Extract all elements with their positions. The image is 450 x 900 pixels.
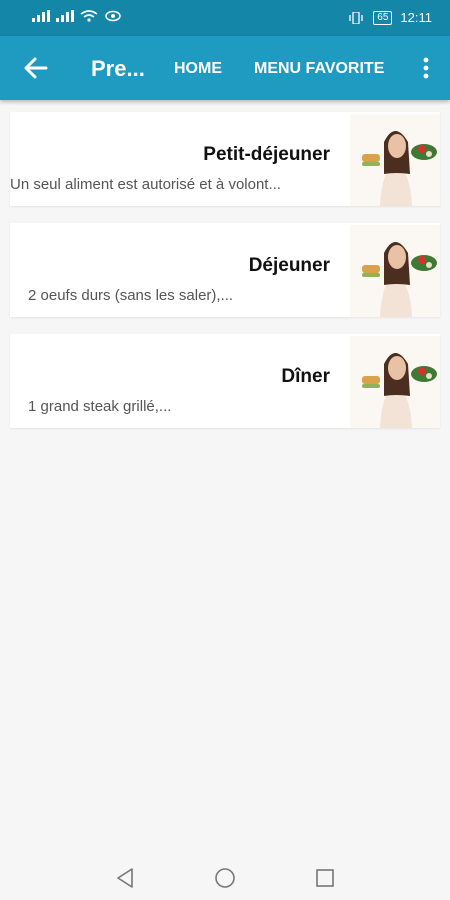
- meal-description: 2 oeufs durs (sans les saler),...: [28, 287, 234, 304]
- woman-salad-image: [350, 336, 440, 428]
- meal-card-lunch[interactable]: Déjeuner 2 oeufs durs (sans les saler),.…: [10, 223, 440, 317]
- vibrate-icon: [349, 11, 363, 24]
- woman-salad-image: [350, 225, 440, 317]
- system-nav-bar: [0, 856, 450, 900]
- wifi-icon: [80, 10, 98, 22]
- meal-title: Déjeuner: [248, 255, 330, 276]
- meal-description: 1 grand steak grillé,...: [28, 398, 172, 415]
- status-left-icons: [32, 10, 122, 22]
- home-circle-icon[interactable]: [213, 866, 237, 890]
- eye-icon: [105, 10, 121, 22]
- meal-card-dinner[interactable]: Dîner 1 grand steak grillé,...: [10, 334, 440, 428]
- recents-square-icon[interactable]: [313, 866, 337, 890]
- status-right-icons: 65 12:11: [347, 10, 432, 25]
- signal-icon: [56, 10, 74, 22]
- back-triangle-icon[interactable]: [113, 866, 137, 890]
- meal-title: Dîner: [281, 366, 330, 387]
- favorite-menu-button[interactable]: MENU FAVORITE: [254, 60, 384, 78]
- status-time: 12:11: [400, 10, 432, 25]
- app-bar: Pre... HOME MENU FAVORITE: [0, 36, 450, 100]
- woman-salad-image: [350, 114, 440, 206]
- home-button[interactable]: HOME: [174, 60, 222, 78]
- back-arrow-icon[interactable]: [22, 54, 50, 82]
- meal-description: Un seul aliment est autorisé et à volont…: [10, 176, 281, 193]
- meal-card-breakfast[interactable]: Petit-déjeuner Un seul aliment est autor…: [10, 112, 440, 206]
- battery-icon: 65: [373, 10, 393, 25]
- status-bar: 65 12:11: [0, 0, 450, 36]
- page-title: Pre...: [91, 56, 145, 81]
- overflow-menu-icon[interactable]: [416, 56, 436, 80]
- signal-icon: [32, 10, 50, 22]
- meal-list: Petit-déjeuner Un seul aliment est autor…: [10, 112, 440, 445]
- meal-title: Petit-déjeuner: [203, 144, 330, 165]
